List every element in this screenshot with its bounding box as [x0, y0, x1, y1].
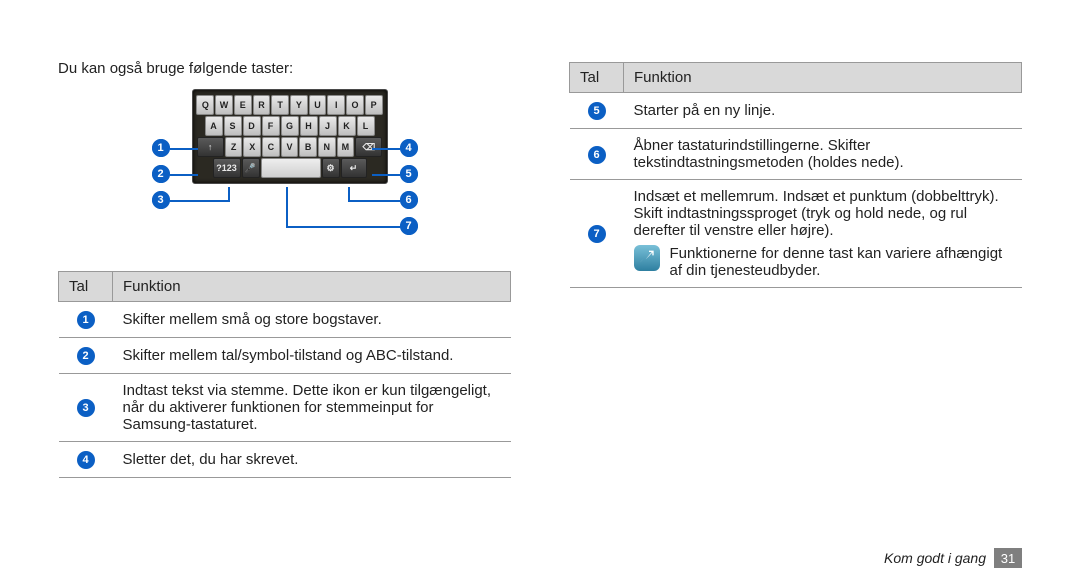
connector [348, 200, 400, 202]
table-row: 7 Indsæt et mellemrum. Indsæt et punktum … [570, 180, 1022, 288]
connector [372, 174, 400, 176]
connector [372, 148, 400, 150]
row-text: Indtast tekst via stemme. Dette ikon er … [113, 374, 511, 442]
table-row: 2 Skifter mellem tal/symbol-tilstand og A… [59, 338, 511, 374]
function-table-left: Tal Funktion 1 Skifter mellem små og stor… [58, 271, 511, 478]
key: H [300, 116, 318, 136]
page-number: 31 [994, 548, 1022, 568]
function-table-right: Tal Funktion 5 Starter på en ny linje. 6 Åb… [569, 62, 1022, 288]
right-column: Tal Funktion 5 Starter på en ny linje. 6 Åb… [569, 56, 1022, 586]
table-row: 3 Indtast tekst via stemme. Dette ikon er… [59, 374, 511, 442]
connector [348, 187, 350, 200]
key: N [318, 137, 336, 157]
th-number: Tal [59, 272, 113, 302]
row-text: Skifter mellem små og store bogstaver. [113, 302, 511, 338]
left-column: Du kan også bruge følgende taster: QWERT… [58, 56, 511, 586]
key: F [262, 116, 280, 136]
table-row: 1 Skifter mellem små og store bogstaver. [59, 302, 511, 338]
callout-7: 7 [400, 217, 418, 235]
key: D [243, 116, 261, 136]
number-badge: 6 [588, 146, 606, 164]
connector [286, 187, 288, 226]
key: E [234, 95, 252, 115]
key: V [281, 137, 299, 157]
row-number: 6 [570, 129, 624, 180]
key: ↑ [197, 137, 224, 157]
key: J [319, 116, 337, 136]
key: O [346, 95, 364, 115]
key: T [271, 95, 289, 115]
note-box: Funktionerne for denne tast kan variere … [634, 245, 1012, 279]
th-number: Tal [570, 63, 624, 93]
key: U [309, 95, 327, 115]
row-number: 1 [59, 302, 113, 338]
onscreen-keyboard: QWERTYUIOP ASDFGHJKL ↑ZXCVBNM⌫ ?123🎤 ⚙↵ [192, 89, 388, 184]
table-row: 6 Åbner tastaturindstillingerne. Skifter … [570, 129, 1022, 180]
callout-5: 5 [400, 165, 418, 183]
key: C [262, 137, 280, 157]
number-badge: 7 [588, 225, 606, 243]
key: I [327, 95, 345, 115]
number-badge: 4 [77, 451, 95, 469]
key [261, 158, 321, 178]
key: X [243, 137, 261, 157]
row-number: 7 [570, 180, 624, 288]
key: K [338, 116, 356, 136]
number-badge: 5 [588, 102, 606, 120]
row-text: Skifter mellem tal/symbol-tilstand og AB… [113, 338, 511, 374]
key: ?123 [213, 158, 241, 178]
key: S [224, 116, 242, 136]
note-text: Funktionerne for denne tast kan variere … [670, 245, 1012, 279]
callout-3: 3 [152, 191, 170, 209]
row-number: 4 [59, 442, 113, 478]
row-number: 5 [570, 93, 624, 129]
page-spread: Du kan også bruge følgende taster: QWERT… [0, 0, 1080, 586]
footer-section-label: Kom godt i gang [884, 550, 986, 566]
number-badge: 2 [77, 347, 95, 365]
callout-6: 6 [400, 191, 418, 209]
connector [170, 200, 230, 202]
key: Y [290, 95, 308, 115]
key: L [357, 116, 375, 136]
key: ⚙ [322, 158, 340, 178]
th-function: Funktion [624, 63, 1022, 93]
th-function: Funktion [113, 272, 511, 302]
key: Q [196, 95, 214, 115]
page-footer: Kom godt i gang 31 [884, 548, 1022, 568]
callout-1: 1 [152, 139, 170, 157]
key: 🎤 [242, 158, 260, 178]
key: Z [225, 137, 243, 157]
key: M [337, 137, 355, 157]
row-text: Sletter det, du har skrevet. [113, 442, 511, 478]
key: ↵ [341, 158, 367, 178]
key: ⌫ [355, 137, 382, 157]
intro-text: Du kan også bruge følgende taster: [58, 60, 511, 77]
connector [170, 174, 198, 176]
row-number: 3 [59, 374, 113, 442]
table-row: 5 Starter på en ny linje. [570, 93, 1022, 129]
key: G [281, 116, 299, 136]
keyboard-figure: QWERTYUIOP ASDFGHJKL ↑ZXCVBNM⌫ ?123🎤 ⚙↵ 1… [58, 89, 511, 253]
row-number: 2 [59, 338, 113, 374]
number-badge: 3 [77, 399, 95, 417]
key: A [205, 116, 223, 136]
row-text: Åbner tastaturindstillingerne. Skifter t… [624, 129, 1022, 180]
connector [170, 148, 198, 150]
key: B [299, 137, 317, 157]
note-icon [634, 245, 660, 271]
callout-2: 2 [152, 165, 170, 183]
connector [286, 226, 400, 228]
row-text: Indsæt et mellemrum. Indsæt et punktum (… [624, 180, 1022, 288]
key: R [253, 95, 271, 115]
row-text: Starter på en ny linje. [624, 93, 1022, 129]
table-row: 4 Sletter det, du har skrevet. [59, 442, 511, 478]
callout-4: 4 [400, 139, 418, 157]
key: P [365, 95, 383, 115]
key: W [215, 95, 233, 115]
number-badge: 1 [77, 311, 95, 329]
connector [228, 187, 230, 200]
